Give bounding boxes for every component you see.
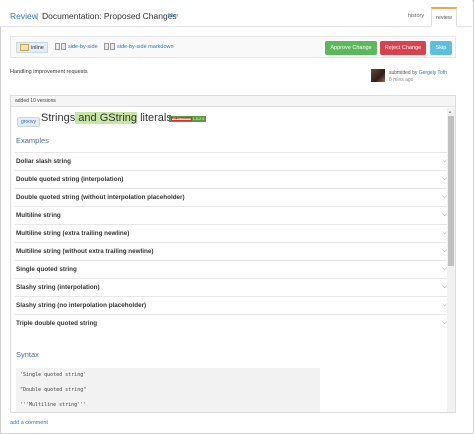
approve-change-button[interactable]: Approve Change [325,41,377,55]
example-accordion-item[interactable]: Double quoted string (without interpolat… [15,188,447,206]
version-badge-added: 1.5-2.4 [192,117,204,121]
doc-title: Strings and GString literals [41,112,172,124]
skip-button[interactable]: Skip [430,41,452,55]
code-line: '''Multiline string''' [20,402,87,408]
submitted-by: submitted by Gergely Toth [389,70,447,76]
inline-view-icon [20,44,29,52]
example-label: Single quoted string [16,266,77,273]
version-badge: All Versions 1.5-2.4 [169,116,206,122]
title-text-end: literals [137,112,172,124]
reject-change-button[interactable]: Reject Change [380,41,426,55]
view-inline-label: inline [31,45,44,51]
syntax-code-block: 'Single quoted string' "Double quoted st… [16,368,320,412]
tab-history[interactable]: history [402,7,430,27]
scroll-up-icon[interactable]: ▲ [448,109,452,114]
markdown-view-icon-right [110,43,115,51]
review-link[interactable]: Review [10,11,38,21]
markdown-view-icon [104,43,109,51]
tab-review[interactable]: review [431,7,457,27]
examples-heading: Examples [16,136,49,145]
example-accordion-item[interactable]: Slashy string (no interpolation placehol… [15,296,447,314]
submitter-link[interactable]: Gergely Toth [419,70,447,76]
title-text: Strings [41,112,76,124]
code-line: 'Single quoted string' [20,372,87,378]
view-side-by-side-markdown-label: side-by-side markdown [117,44,174,50]
side-by-side-icon [55,43,60,51]
example-label: Slashy string (no interpolation placehol… [16,302,147,309]
view-side-by-side-option[interactable]: side-by-side [55,42,98,53]
title-separator: | [36,11,39,21]
add-comment-link[interactable]: add a comment [10,420,48,426]
example-accordion-item[interactable]: Double quoted string (interpolation) ⌵ [15,170,447,188]
example-accordion-item[interactable]: Dollar slash string ⌵ [15,152,447,170]
submitted-by-label: submitted by [389,70,418,76]
example-accordion-item[interactable]: Multiline string (extra trailing newline… [15,224,447,242]
code-line: "Double quoted string" [20,387,87,393]
language-tag[interactable]: groovy [17,117,41,127]
avatar[interactable] [371,69,385,82]
top-bar: Review | Documentation: Proposed Changes… [0,0,472,27]
change-panel: added 10 versions groovy Strings and GSt… [10,95,456,413]
example-label: Slashy string (interpolation) [16,284,100,291]
example-accordion-item[interactable]: Single quoted string ⌵ [15,260,447,278]
example-accordion-item[interactable]: Multiline string ⌵ [15,206,447,224]
request-description: Handling improvement requests [10,69,88,75]
page-title: Documentation: Proposed Changes [42,11,177,21]
view-inline-option[interactable]: inline [16,42,48,53]
example-accordion-item[interactable]: Multiline string (without extra trailing… [15,242,447,260]
example-label: Multiline string (extra trailing newline… [16,230,130,237]
syntax-heading: Syntax [16,350,39,359]
version-badge-removed: All Versions [171,117,192,121]
example-accordion-item[interactable]: Triple double quoted string ⌵ [15,314,447,332]
view-side-by-side-markdown-option[interactable]: side-by-side markdown [104,42,174,53]
example-accordion-item[interactable]: Slashy string (interpolation) ⌵ [15,278,447,296]
title-added-text: and GString [75,112,138,124]
example-label: Multiline string [16,212,61,219]
scrollbar[interactable]: ▲ [447,108,455,412]
example-label: Dollar slash string [16,158,71,165]
example-label: Multiline string (without extra trailing… [16,248,154,255]
example-label: Double quoted string (without interpolat… [16,194,185,201]
side-by-side-icon-right [61,43,66,51]
review-toolbar: inline side-by-side side-by-side markdow… [10,36,456,58]
example-label: Triple double quoted string [16,320,98,327]
filter-link[interactable]: filter [168,13,178,19]
example-label: Double quoted string (interpolation) [16,176,124,183]
view-side-by-side-label: side-by-side [68,44,98,50]
panel-header: added 10 versions [11,96,455,107]
submitted-time: 8 mins ago [389,77,414,83]
scrollbar-thumb[interactable] [448,116,454,266]
